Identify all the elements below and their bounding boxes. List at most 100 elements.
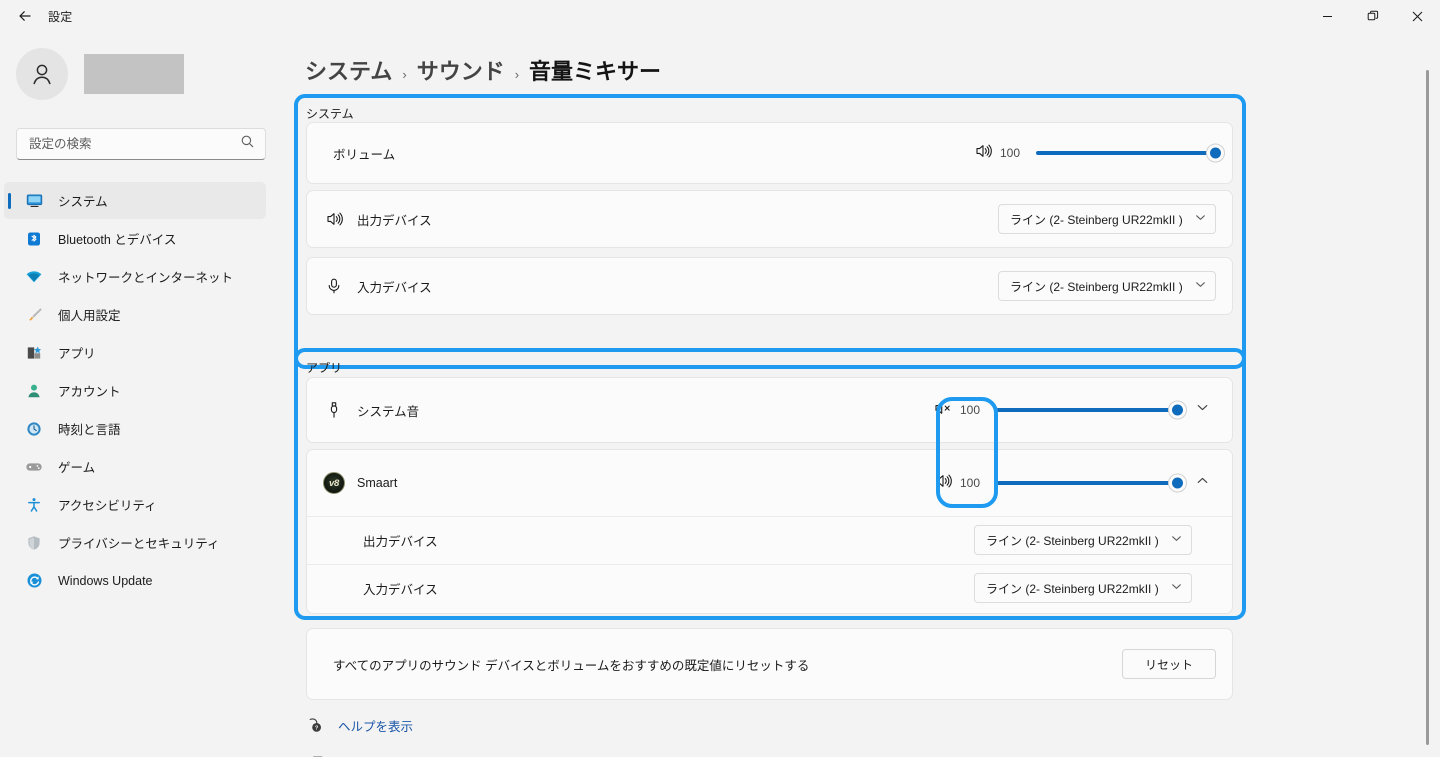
- input-device-select[interactable]: ライン (2- Steinberg UR22mkII ): [998, 271, 1216, 301]
- app-volume-slider-thumb[interactable]: [1168, 474, 1187, 493]
- output-device-row: 出力デバイス ライン (2- Steinberg UR22mkII ): [307, 191, 1232, 247]
- app-volume-slider[interactable]: 100: [952, 476, 1178, 490]
- sidebar-item-accessibility[interactable]: アクセシビリティ: [4, 486, 266, 523]
- table-row[interactable]: システム音 100: [307, 378, 1232, 442]
- speaker-icon[interactable]: [934, 472, 952, 495]
- minimize-button[interactable]: [1305, 0, 1350, 32]
- smaart-output-device-row: 出力デバイス ライン (2- Steinberg UR22mkII ): [307, 516, 1232, 564]
- sidebar-item-label: アクセシビリティ: [58, 495, 157, 514]
- wifi-icon: [24, 267, 44, 287]
- output-device-select[interactable]: ライン (2- Steinberg UR22mkII ): [998, 204, 1216, 234]
- app-volume-slider-thumb[interactable]: [1168, 401, 1187, 420]
- output-device-control: ライン (2- Steinberg UR22mkII ): [998, 204, 1216, 234]
- system-output-device-card: 出力デバイス ライン (2- Steinberg UR22mkII ): [306, 190, 1233, 248]
- chevron-down-icon: [1171, 533, 1182, 547]
- content-scrollbar[interactable]: [1426, 70, 1429, 745]
- search-input[interactable]: [29, 137, 240, 151]
- speaker-muted-icon[interactable]: [934, 399, 952, 422]
- smaart-output-device-select[interactable]: ライン (2- Steinberg UR22mkII ): [974, 525, 1192, 555]
- app-volume-slider[interactable]: 100: [952, 403, 1178, 417]
- output-device-value: ライン (2- Steinberg UR22mkII ): [1010, 211, 1183, 228]
- sidebar-item-windows-update[interactable]: Windows Update: [4, 562, 266, 599]
- content-area: システム › サウンド › 音量ミキサー システム ボリューム: [290, 32, 1440, 757]
- collapse-toggle-button[interactable]: [1188, 469, 1216, 497]
- gamepad-icon: [24, 457, 44, 477]
- window-controls: [1305, 0, 1440, 32]
- sidebar-item-label: システム: [58, 191, 108, 210]
- smaart-output-device-value: ライン (2- Steinberg UR22mkII ): [986, 532, 1159, 549]
- settings-window: 設定: [0, 0, 1440, 757]
- account-icon: [24, 381, 44, 401]
- reset-control: リセット: [1122, 649, 1216, 679]
- svg-text:?: ?: [314, 726, 318, 732]
- sidebar-item-personalization[interactable]: 個人用設定: [4, 296, 266, 333]
- sidebar-item-label: アプリ: [58, 343, 96, 362]
- table-row[interactable]: v8 Smaart 100: [307, 450, 1232, 516]
- reset-button[interactable]: リセット: [1122, 649, 1216, 679]
- volume-slider[interactable]: 100: [992, 146, 1216, 160]
- volume-slider-track[interactable]: [1036, 151, 1216, 155]
- app-name: Smaart: [357, 476, 397, 490]
- speaker-icon[interactable]: [974, 142, 992, 165]
- chevron-up-icon: [1196, 474, 1209, 492]
- app-volume-value: 100: [960, 476, 988, 490]
- system-volume-card: ボリューム 100: [306, 122, 1233, 184]
- sidebar-item-accounts[interactable]: アカウント: [4, 372, 266, 409]
- chevron-down-icon: [1171, 581, 1182, 595]
- smaart-input-device-row: 入力デバイス ライン (2- Steinberg UR22mkII ): [307, 564, 1232, 612]
- volume-controls: 100: [974, 142, 1216, 165]
- sidebar-item-privacy-security[interactable]: プライバシーとセキュリティ: [4, 524, 266, 561]
- breadcrumb-system[interactable]: システム: [305, 54, 392, 86]
- smaart-output-device-control: ライン (2- Steinberg UR22mkII ): [974, 525, 1192, 555]
- sidebar-item-gaming[interactable]: ゲーム: [4, 448, 266, 485]
- shield-icon: [24, 533, 44, 553]
- smaart-input-device-value: ライン (2- Steinberg UR22mkII ): [986, 580, 1159, 597]
- sidebar-item-label: プライバシーとセキュリティ: [58, 533, 220, 552]
- help-link[interactable]: ? ヘルプを表示: [306, 716, 463, 735]
- search-box[interactable]: [16, 128, 266, 160]
- speaker-icon: [323, 210, 345, 228]
- avatar: [16, 48, 68, 100]
- update-icon: [24, 571, 44, 591]
- sidebar-item-bluetooth[interactable]: Bluetooth とデバイス: [4, 220, 266, 257]
- footer-links: ? ヘルプを表示 フィードバックの送信: [306, 716, 463, 757]
- input-device-value: ライン (2- Steinberg UR22mkII ): [1010, 278, 1183, 295]
- breadcrumb-sound[interactable]: サウンド: [417, 54, 505, 86]
- smaart-app-icon: v8: [323, 472, 345, 494]
- back-button[interactable]: [8, 1, 42, 31]
- sidebar-item-label: ゲーム: [58, 457, 95, 476]
- sidebar-item-system[interactable]: システム: [4, 182, 266, 219]
- chevron-down-icon: [1195, 212, 1206, 226]
- app-volume-slider-track[interactable]: [996, 408, 1178, 412]
- sidebar-item-time-language[interactable]: 時刻と言語: [4, 410, 266, 447]
- sidebar-item-apps[interactable]: アプリ: [4, 334, 266, 371]
- restore-button[interactable]: [1350, 0, 1395, 32]
- sidebar-nav: システム Bluetooth とデバイス ネ: [0, 182, 290, 599]
- smaart-input-device-select[interactable]: ライン (2- Steinberg UR22mkII ): [974, 573, 1192, 603]
- page-title: 音量ミキサー: [529, 54, 661, 86]
- accessibility-icon: [24, 495, 44, 515]
- bluetooth-icon: [24, 229, 44, 249]
- clock-icon: [24, 419, 44, 439]
- input-device-label: 入力デバイス: [357, 277, 432, 296]
- sidebar-item-label: Windows Update: [58, 574, 153, 588]
- app-volume-slider-track[interactable]: [996, 481, 1178, 485]
- profile-block[interactable]: [0, 32, 290, 100]
- apps-icon: [24, 343, 44, 363]
- close-button[interactable]: [1395, 0, 1440, 32]
- account-name-redacted: [84, 54, 184, 94]
- input-device-row: 入力デバイス ライン (2- Steinberg UR22mkII ): [307, 258, 1232, 314]
- expand-toggle-button[interactable]: [1188, 396, 1216, 424]
- breadcrumb: システム › サウンド › 音量ミキサー: [290, 32, 1440, 86]
- system-group-label: システム: [306, 105, 354, 122]
- sidebar-item-label: 個人用設定: [58, 305, 121, 324]
- help-icon: ?: [306, 717, 324, 734]
- window-title: 設定: [48, 8, 72, 25]
- back-arrow-icon: [17, 8, 33, 24]
- sidebar-item-network[interactable]: ネットワークとインターネット: [4, 258, 266, 295]
- breadcrumb-separator: ›: [515, 67, 519, 82]
- volume-slider-thumb[interactable]: [1206, 144, 1225, 163]
- sidebar-item-label: アカウント: [58, 381, 121, 400]
- volume-row: ボリューム 100: [307, 123, 1232, 183]
- input-device-control: ライン (2- Steinberg UR22mkII ): [998, 271, 1216, 301]
